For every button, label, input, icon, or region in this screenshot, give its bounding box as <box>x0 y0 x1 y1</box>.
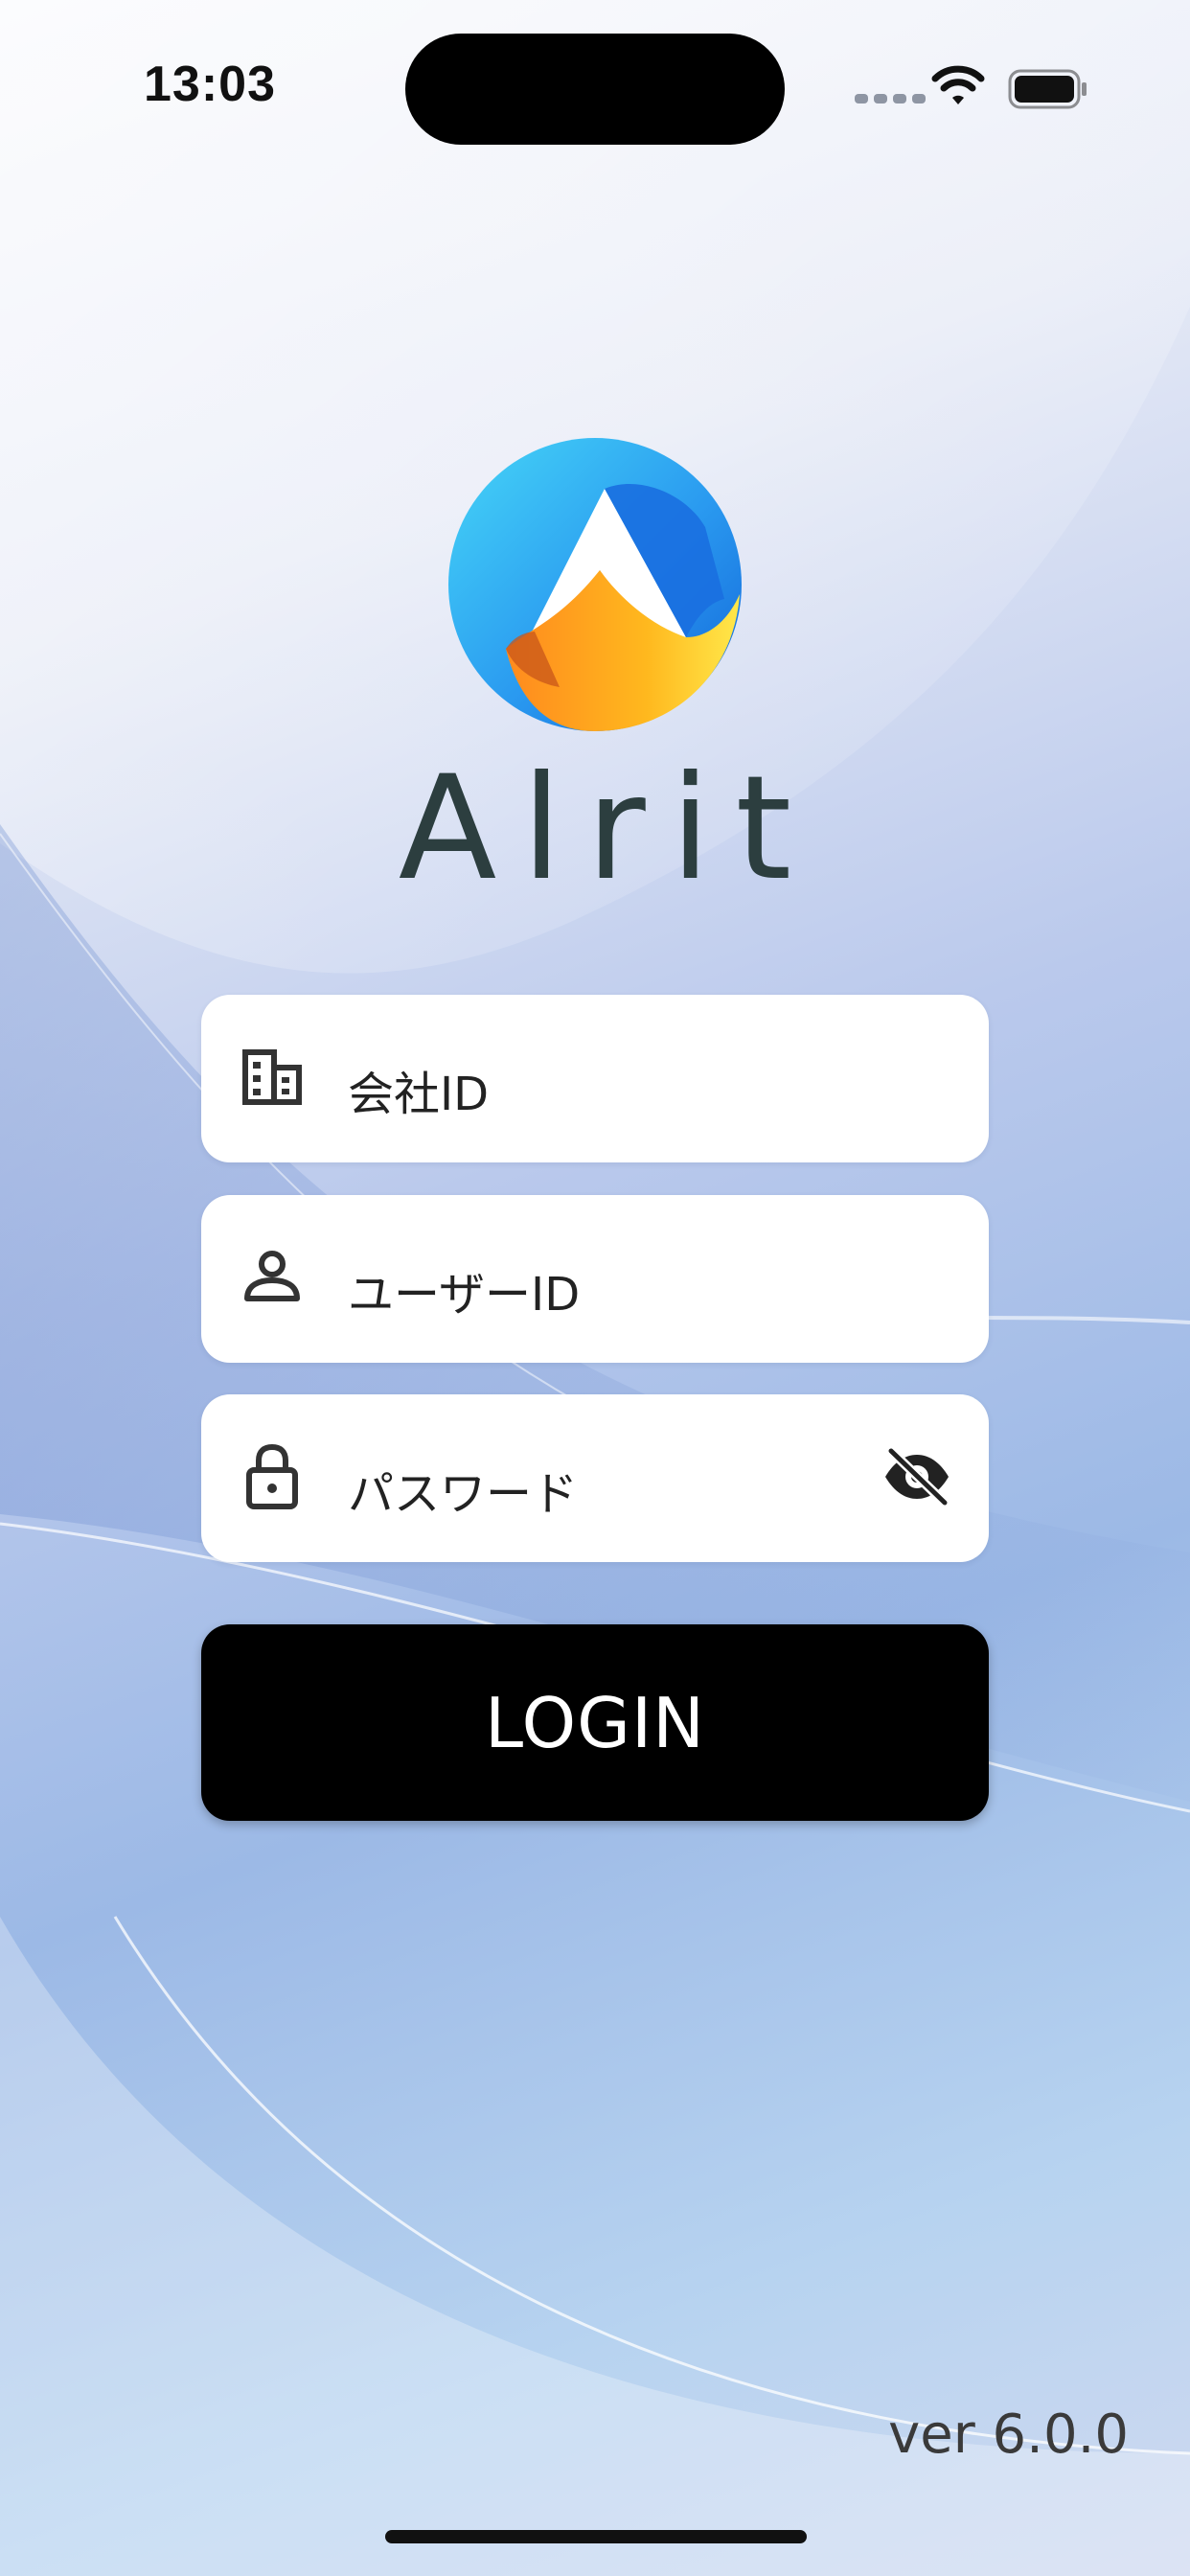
eye-off-icon[interactable] <box>881 1445 952 1510</box>
person-icon <box>241 1249 303 1310</box>
user-id-input[interactable]: ユーザーID <box>348 1195 883 1363</box>
login-button[interactable]: LOGIN <box>201 1624 989 1821</box>
company-id-field[interactable]: 会社ID <box>201 995 989 1162</box>
user-id-field[interactable]: ユーザーID <box>201 1195 989 1363</box>
battery-icon <box>1008 69 1088 113</box>
company-id-input[interactable]: 会社ID <box>348 995 883 1162</box>
dynamic-island <box>405 34 785 145</box>
password-input[interactable]: パスワード <box>348 1394 883 1562</box>
app-logo-icon <box>446 436 744 737</box>
status-time: 13:03 <box>144 57 276 112</box>
building-icon <box>241 1048 303 1110</box>
password-field[interactable]: パスワード <box>201 1394 989 1562</box>
app-name: Alrit <box>398 746 817 912</box>
cellular-signal-icon <box>855 94 926 104</box>
lock-icon <box>241 1443 303 1514</box>
version-label: ver 6.0.0 <box>888 2404 1129 2466</box>
home-indicator[interactable] <box>385 2530 807 2543</box>
wifi-icon <box>931 65 985 111</box>
